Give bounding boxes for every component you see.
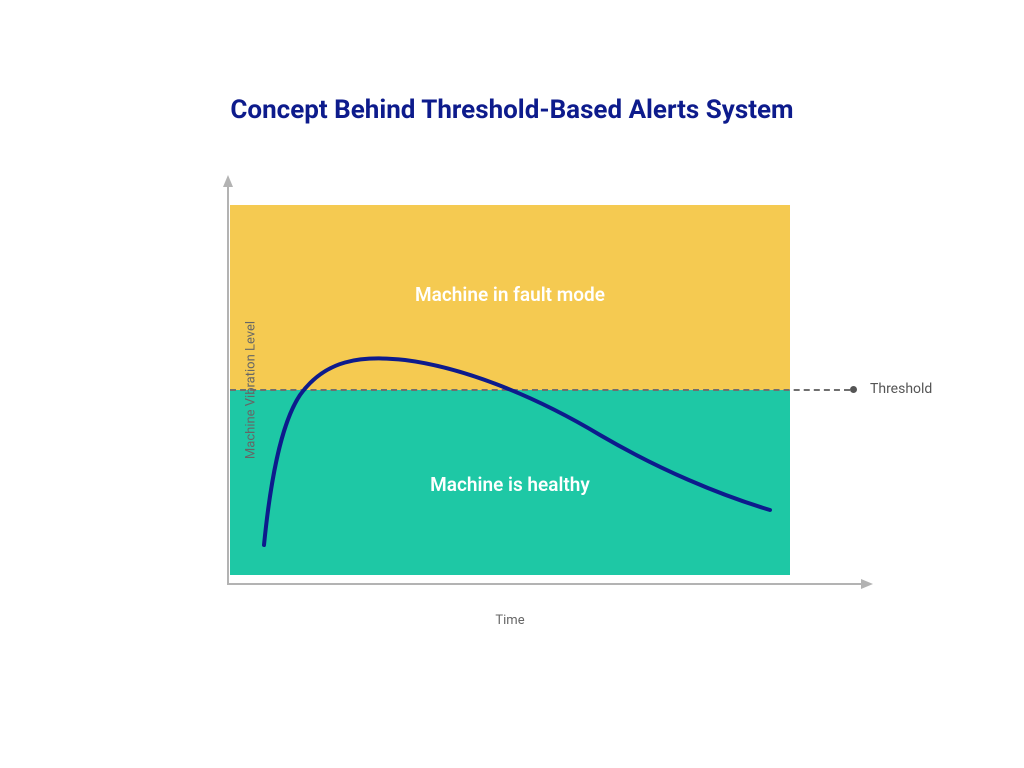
- y-axis-label: Machine Vibration Level: [244, 321, 259, 459]
- x-axis-line: [227, 583, 863, 585]
- y-axis-line: [227, 185, 229, 583]
- threshold-label: Threshold: [870, 381, 932, 397]
- threshold-chart: Machine in fault mode Machine is healthy…: [230, 205, 790, 575]
- chart-title: Concept Behind Threshold-Based Alerts Sy…: [0, 95, 1024, 125]
- threshold-line: [230, 389, 850, 391]
- x-axis-label: Time: [230, 613, 790, 628]
- threshold-dot-icon: [850, 386, 857, 393]
- fault-zone-label: Machine in fault mode: [230, 283, 790, 306]
- healthy-zone-label: Machine is healthy: [230, 473, 790, 496]
- arrow-right-icon: [861, 579, 873, 589]
